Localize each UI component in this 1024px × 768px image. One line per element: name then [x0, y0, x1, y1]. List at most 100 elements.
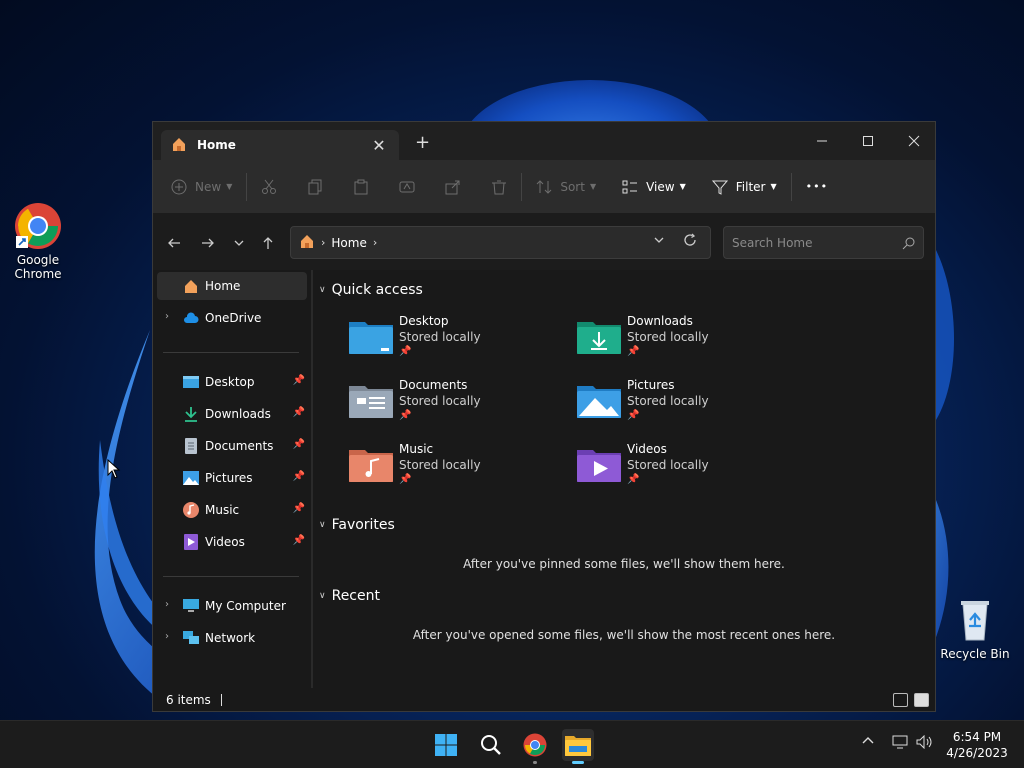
quick-access-item-pictures[interactable]: Pictures Stored locally 📌: [577, 378, 777, 430]
chevron-right-icon[interactable]: ›: [165, 599, 169, 610]
sidebar-item-network[interactable]: › Network: [157, 624, 307, 652]
status-bar: 6 items: [153, 688, 935, 711]
refresh-icon: [684, 233, 696, 246]
view-button[interactable]: View ▼: [622, 171, 686, 203]
sort-button[interactable]: Sort ▼: [536, 171, 596, 203]
rename-button[interactable]: [399, 171, 415, 203]
breadcrumb-chevron-icon[interactable]: ›: [321, 236, 325, 249]
tiles-view-button[interactable]: [914, 693, 929, 707]
sidebar-item-label: Music: [205, 503, 240, 517]
navigation-pane: Home › OneDrive Desktop 📌 Downloads 📌 Do…: [153, 270, 311, 688]
chevron-right-icon[interactable]: ›: [165, 311, 169, 322]
filter-button[interactable]: Filter ▼: [711, 171, 777, 203]
cut-button[interactable]: [261, 171, 277, 203]
quick-access-item-desktop[interactable]: Desktop Stored locally 📌: [349, 314, 549, 366]
pin-icon[interactable]: 📌: [293, 375, 305, 386]
chevron-right-icon[interactable]: ›: [165, 631, 169, 642]
search-icon: [481, 735, 501, 755]
sidebar-item-music[interactable]: Music 📌: [157, 496, 307, 524]
file-explorer-taskbar-button[interactable]: [562, 729, 594, 764]
view-list-icon: [622, 180, 638, 193]
navigation-bar: › Home ›: [153, 214, 935, 270]
address-bar[interactable]: › Home ›: [290, 226, 711, 259]
new-tab-button[interactable]: +: [415, 132, 430, 153]
sidebar-item-onedrive[interactable]: › OneDrive: [157, 304, 307, 332]
quick-access-header[interactable]: ∨ Quick access: [319, 282, 423, 298]
content-pane: ∨ Quick access Desktop Stored locally 📌 …: [313, 270, 935, 688]
search-box[interactable]: [723, 226, 924, 259]
chrome-taskbar-button[interactable]: [519, 729, 551, 764]
quick-access-item-music[interactable]: Music Stored locally 📌: [349, 442, 549, 494]
sidebar-divider: [163, 576, 299, 577]
forward-button[interactable]: [197, 232, 219, 254]
mouse-cursor: [107, 459, 121, 479]
tab-home[interactable]: Home ✕: [161, 130, 399, 160]
address-dropdown-button[interactable]: [653, 234, 665, 249]
paste-button[interactable]: [353, 171, 369, 203]
documents-folder-icon: [349, 386, 393, 418]
pin-icon[interactable]: 📌: [293, 471, 305, 482]
quick-access-item-documents[interactable]: Documents Stored locally 📌: [349, 378, 549, 430]
new-button[interactable]: New ▼: [171, 171, 232, 203]
home-icon: [299, 233, 315, 252]
show-hidden-icons-button[interactable]: [862, 735, 874, 751]
sidebar-item-label: My Computer: [205, 599, 286, 613]
up-button[interactable]: [257, 232, 279, 254]
close-window-button[interactable]: [891, 128, 935, 154]
quick-access-item-videos[interactable]: Videos Stored locally 📌: [577, 442, 777, 494]
recent-locations-button[interactable]: [228, 232, 250, 254]
sidebar-item-videos[interactable]: Videos 📌: [157, 528, 307, 556]
network-monitor-icon: [892, 735, 908, 749]
start-button[interactable]: [430, 729, 462, 761]
pin-icon[interactable]: 📌: [293, 407, 305, 418]
favorites-header[interactable]: ∨ Favorites: [319, 517, 395, 533]
details-view-button[interactable]: [893, 693, 908, 707]
breadcrumb-chevron-icon[interactable]: ›: [373, 236, 377, 249]
pin-icon[interactable]: 📌: [293, 503, 305, 514]
sidebar-item-pictures[interactable]: Pictures 📌: [157, 464, 307, 492]
sidebar-item-documents[interactable]: Documents 📌: [157, 432, 307, 460]
minimize-icon: [817, 140, 827, 142]
toolbar-divider: [790, 172, 792, 201]
folder-icon: [565, 736, 591, 756]
toolbar-divider: [521, 172, 523, 201]
pin-icon: 📌: [627, 346, 640, 357]
recent-header[interactable]: ∨ Recent: [319, 588, 380, 604]
sidebar-item-home[interactable]: Home: [157, 272, 307, 300]
copy-button[interactable]: [307, 171, 323, 203]
sidebar-item-desktop[interactable]: Desktop 📌: [157, 368, 307, 396]
desktop-icon-recycle-bin[interactable]: Recycle Bin: [935, 596, 1015, 661]
close-tab-button[interactable]: ✕: [369, 136, 389, 155]
sidebar-item-label: Videos: [205, 535, 245, 549]
network-icon: [183, 630, 199, 646]
sidebar-item-downloads[interactable]: Downloads 📌: [157, 400, 307, 428]
chevron-down-icon: ∨: [319, 520, 326, 530]
chevron-down-icon: ∨: [319, 285, 326, 295]
refresh-button[interactable]: [683, 233, 697, 250]
volume-button[interactable]: [916, 734, 934, 753]
share-button[interactable]: [445, 171, 461, 203]
network-status-button[interactable]: [892, 735, 908, 753]
sidebar-item-my-computer[interactable]: › My Computer: [157, 592, 307, 620]
taskbar-clock[interactable]: 6:54 PM 4/26/2023: [942, 729, 1012, 761]
chevron-up-icon: [862, 737, 874, 744]
quick-access-item-downloads[interactable]: Downloads Stored locally 📌: [577, 314, 777, 366]
delete-button[interactable]: [491, 171, 507, 203]
more-options-button[interactable]: •••: [806, 171, 828, 203]
document-icon: [183, 438, 199, 454]
pin-icon[interactable]: 📌: [293, 439, 305, 450]
minimize-button[interactable]: [799, 128, 845, 154]
favorites-empty-message: After you've pinned some files, we'll sh…: [463, 557, 785, 571]
chevron-down-icon: ▼: [679, 182, 686, 191]
maximize-button[interactable]: [845, 128, 891, 154]
breadcrumb-home[interactable]: Home: [331, 236, 366, 250]
active-indicator: [572, 761, 584, 764]
search-taskbar-button[interactable]: [475, 729, 507, 761]
sidebar-item-label: Network: [205, 631, 256, 645]
downloads-folder-icon: [577, 322, 621, 354]
filter-icon: [711, 180, 728, 195]
search-input[interactable]: [732, 235, 892, 250]
pin-icon[interactable]: 📌: [293, 535, 305, 546]
back-button[interactable]: [163, 232, 185, 254]
desktop-icon-chrome[interactable]: Google Chrome: [0, 202, 78, 281]
